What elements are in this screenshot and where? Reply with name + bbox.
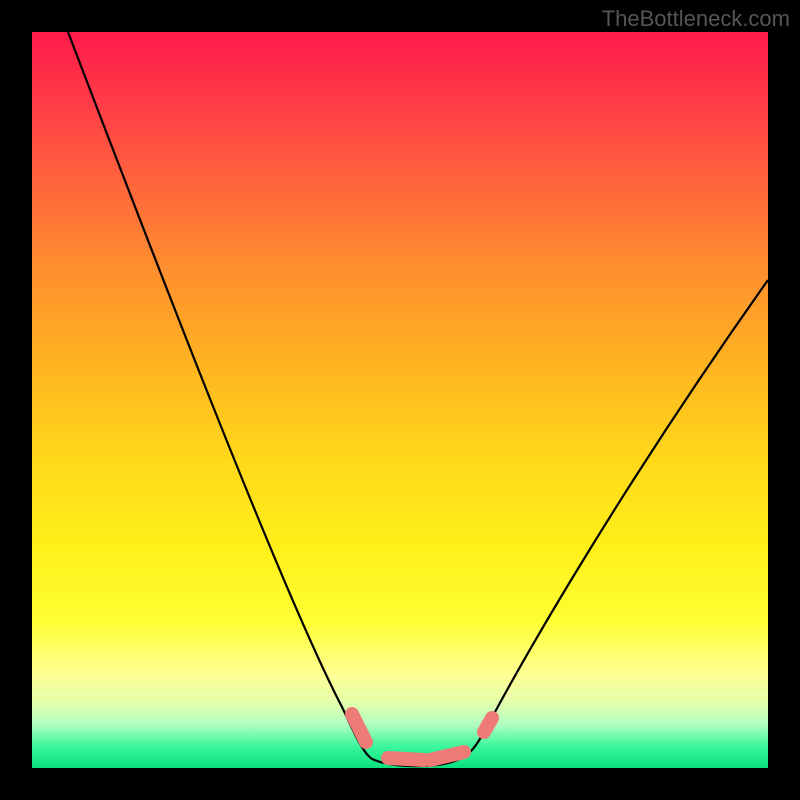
watermark-text: TheBottleneck.com	[602, 6, 790, 32]
marker-group	[352, 714, 492, 760]
marker-dot	[484, 718, 492, 732]
marker-dot	[388, 758, 424, 760]
curve-layer	[32, 32, 768, 768]
marker-dot	[430, 752, 464, 760]
plot-area	[32, 32, 768, 768]
marker-dot	[352, 714, 366, 742]
chart-frame: TheBottleneck.com	[0, 0, 800, 800]
bottleneck-curve	[68, 32, 768, 766]
